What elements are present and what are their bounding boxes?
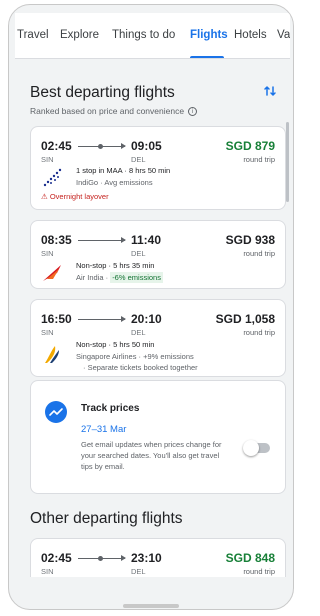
track-prices-title: Track prices xyxy=(81,403,140,414)
arrive-time: 23:10 xyxy=(131,551,162,565)
trip-type: round trip xyxy=(243,249,275,258)
overnight-warning: ⚠ Overnight layover xyxy=(41,192,109,201)
track-prices-dates: 27–31 Mar xyxy=(81,424,127,435)
flight-card[interactable]: 02:45 09:05 SIN DEL SGD 879 round trip 1… xyxy=(30,126,286,210)
price: SGD 938 xyxy=(225,233,275,247)
trend-icon xyxy=(45,401,67,423)
arrive-time: 09:05 xyxy=(131,139,162,153)
stops-duration: Non-stop · 5 hrs 50 min xyxy=(76,340,155,349)
toggle-knob xyxy=(243,440,259,456)
scrollbar[interactable] xyxy=(286,122,289,202)
warning-text: Overnight layover xyxy=(49,192,109,201)
airline-name: Air India · xyxy=(76,273,111,282)
depart-time: 02:45 xyxy=(41,139,72,153)
track-prices-card: Track prices 27–31 Mar Get email updates… xyxy=(30,380,286,494)
airline-emissions: Air India · -6% emissions xyxy=(76,272,163,283)
airline-emissions: IndiGo · Avg emissions xyxy=(76,178,153,187)
other-flights-title: Other departing flights xyxy=(30,510,183,527)
destination-code: DEL xyxy=(131,567,146,576)
stop-dot xyxy=(98,144,103,149)
tab-hotels[interactable]: Hotels xyxy=(234,29,267,41)
flight-card[interactable]: 16:50 20:10 SIN DEL SGD 1,058 round trip… xyxy=(30,299,286,377)
destination-code: DEL xyxy=(131,155,146,164)
tab-travel[interactable]: Travel xyxy=(17,29,49,41)
route-line xyxy=(78,143,126,149)
track-prices-toggle[interactable] xyxy=(243,440,270,456)
trip-type: round trip xyxy=(243,328,275,337)
track-prices-description: Get email updates when prices change for… xyxy=(81,440,222,471)
top-tabs: Travel Explore Things to do Flights Hote… xyxy=(15,13,290,59)
singapore-airlines-logo-icon xyxy=(41,343,63,365)
best-flights-title: Best departing flights xyxy=(30,84,175,101)
flight-card[interactable]: 08:35 11:40 SIN DEL SGD 938 round trip N… xyxy=(30,220,286,289)
warning-icon: ⚠ xyxy=(41,192,48,201)
route-line xyxy=(78,555,126,561)
trip-type: round trip xyxy=(243,567,275,576)
depart-time: 16:50 xyxy=(41,312,72,326)
separate-tickets-note: · Separate tickets booked together xyxy=(83,363,198,372)
emissions-badge: -6% emissions xyxy=(110,272,163,283)
content: Best departing flights Ranked based on p… xyxy=(15,60,290,577)
tab-vacation[interactable]: Vaca xyxy=(277,29,290,41)
arrive-time: 11:40 xyxy=(131,233,162,247)
destination-code: DEL xyxy=(131,328,146,337)
tab-things-to-do[interactable]: Things to do xyxy=(112,29,175,41)
route-line xyxy=(78,316,126,322)
stops-duration: 1 stop in MAA · 8 hrs 50 min xyxy=(76,166,171,175)
origin-code: SIN xyxy=(41,567,54,576)
active-tab-indicator xyxy=(190,56,224,58)
ranking-text: Ranked based on price and convenience xyxy=(30,106,185,116)
stops-duration: Non-stop · 5 hrs 35 min xyxy=(76,261,155,270)
sort-icon[interactable] xyxy=(263,84,277,98)
screen: Travel Explore Things to do Flights Hote… xyxy=(15,13,290,577)
tab-explore[interactable]: Explore xyxy=(60,29,99,41)
depart-time: 08:35 xyxy=(41,233,72,247)
best-flights-subtitle: Ranked based on price and convenience i xyxy=(30,106,198,117)
tab-flights[interactable]: Flights xyxy=(190,29,228,41)
info-icon[interactable]: i xyxy=(188,107,198,117)
destination-code: DEL xyxy=(131,249,146,258)
origin-code: SIN xyxy=(41,249,54,258)
origin-code: SIN xyxy=(41,155,54,164)
airline-emissions: Singapore Airlines · +9% emissions xyxy=(76,352,194,361)
origin-code: SIN xyxy=(41,328,54,337)
air-india-logo-icon xyxy=(41,261,63,283)
indigo-logo-icon xyxy=(41,167,63,189)
price: SGD 1,058 xyxy=(215,312,275,326)
home-indicator xyxy=(123,604,179,608)
route-line xyxy=(78,237,126,243)
depart-time: 02:45 xyxy=(41,551,72,565)
price: SGD 879 xyxy=(225,139,275,153)
price: SGD 848 xyxy=(225,551,275,565)
arrive-time: 20:10 xyxy=(131,312,162,326)
stop-dot xyxy=(98,556,103,561)
trip-type: round trip xyxy=(243,155,275,164)
flight-card[interactable]: 02:45 23:10 SIN DEL SGD 848 round trip xyxy=(30,538,286,577)
phone-frame: Travel Explore Things to do Flights Hote… xyxy=(8,4,294,610)
